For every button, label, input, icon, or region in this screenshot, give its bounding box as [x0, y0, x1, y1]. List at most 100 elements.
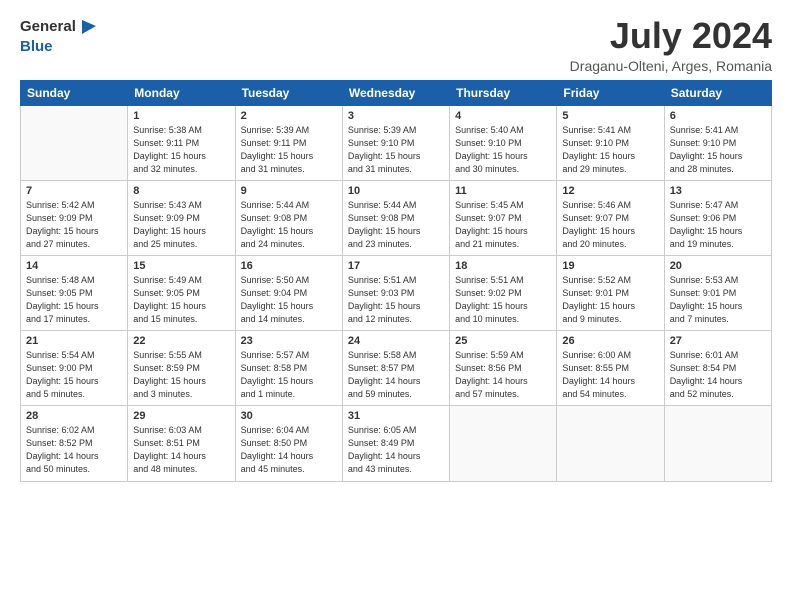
table-row: 6 Sunrise: 5:41 AMSunset: 9:10 PMDaylight…	[664, 105, 771, 180]
table-row: 21 Sunrise: 5:54 AMSunset: 9:00 PMDayligh…	[21, 331, 128, 406]
subtitle: Draganu-Olteni, Arges, Romania	[570, 58, 772, 74]
table-row	[21, 105, 128, 180]
col-thursday: Thursday	[450, 80, 557, 105]
day-info: Sunrise: 5:47 AMSunset: 9:06 PMDaylight:…	[670, 199, 766, 251]
table-row	[450, 406, 557, 481]
day-number: 12	[562, 185, 658, 197]
day-info: Sunrise: 5:42 AMSunset: 9:09 PMDaylight:…	[26, 199, 122, 251]
day-number: 24	[348, 335, 444, 347]
table-row: 10 Sunrise: 5:44 AMSunset: 9:08 PMDayligh…	[342, 180, 449, 255]
col-tuesday: Tuesday	[235, 80, 342, 105]
col-wednesday: Wednesday	[342, 80, 449, 105]
table-row: 19Sunrise: 5:52 AMSunset: 9:01 PMDayligh…	[557, 255, 664, 330]
day-number: 28	[26, 410, 122, 422]
table-row: 26Sunrise: 6:00 AMSunset: 8:55 PMDayligh…	[557, 331, 664, 406]
table-row: 11 Sunrise: 5:45 AMSunset: 9:07 PMDayligh…	[450, 180, 557, 255]
day-number: 20	[670, 260, 766, 272]
day-number: 29	[133, 410, 229, 422]
calendar-header-row: Sunday Monday Tuesday Wednesday Thursday…	[21, 80, 772, 105]
table-row: 27Sunrise: 6:01 AMSunset: 8:54 PMDayligh…	[664, 331, 771, 406]
table-row: 2 Sunrise: 5:39 AMSunset: 9:11 PMDaylight…	[235, 105, 342, 180]
day-number: 16	[241, 260, 337, 272]
day-info: Sunrise: 5:39 AMSunset: 9:11 PMDaylight:…	[241, 124, 337, 176]
table-row: 5 Sunrise: 5:41 AMSunset: 9:10 PMDaylight…	[557, 105, 664, 180]
col-sunday: Sunday	[21, 80, 128, 105]
day-info: Sunrise: 6:05 AMSunset: 8:49 PMDaylight:…	[348, 424, 444, 476]
table-row: 3 Sunrise: 5:39 AMSunset: 9:10 PMDaylight…	[342, 105, 449, 180]
logo-icon	[78, 16, 100, 38]
logo: General Blue	[20, 16, 100, 56]
col-monday: Monday	[128, 80, 235, 105]
day-info: Sunrise: 6:03 AMSunset: 8:51 PMDaylight:…	[133, 424, 229, 476]
table-row: 13 Sunrise: 5:47 AMSunset: 9:06 PMDayligh…	[664, 180, 771, 255]
day-number: 22	[133, 335, 229, 347]
day-info: Sunrise: 5:53 AMSunset: 9:01 PMDaylight:…	[670, 274, 766, 326]
day-number: 11	[455, 185, 551, 197]
title-block: July 2024 Draganu-Olteni, Arges, Romania	[570, 16, 772, 74]
day-number: 19	[562, 260, 658, 272]
day-number: 21	[26, 335, 122, 347]
table-row: 1 Sunrise: 5:38 AMSunset: 9:11 PMDaylight…	[128, 105, 235, 180]
day-number: 31	[348, 410, 444, 422]
calendar-week-row: 7Sunrise: 5:42 AMSunset: 9:09 PMDaylight…	[21, 180, 772, 255]
day-info: Sunrise: 5:59 AMSunset: 8:56 PMDaylight:…	[455, 349, 551, 401]
day-info: Sunrise: 5:43 AMSunset: 9:09 PMDaylight:…	[133, 199, 229, 251]
day-number: 2	[241, 110, 337, 122]
calendar: Sunday Monday Tuesday Wednesday Thursday…	[20, 80, 772, 482]
day-number: 5	[562, 110, 658, 122]
table-row: 22 Sunrise: 5:55 AMSunset: 8:59 PMDayligh…	[128, 331, 235, 406]
day-number: 17	[348, 260, 444, 272]
table-row: 31 Sunrise: 6:05 AMSunset: 8:49 PMDayligh…	[342, 406, 449, 481]
day-info: Sunrise: 5:51 AMSunset: 9:03 PMDaylight:…	[348, 274, 444, 326]
table-row: 28Sunrise: 6:02 AMSunset: 8:52 PMDayligh…	[21, 406, 128, 481]
day-info: Sunrise: 5:54 AMSunset: 9:00 PMDaylight:…	[26, 349, 122, 401]
day-number: 23	[241, 335, 337, 347]
table-row: 7Sunrise: 5:42 AMSunset: 9:09 PMDaylight…	[21, 180, 128, 255]
calendar-week-row: 14 Sunrise: 5:48 AMSunset: 9:05 PMDayligh…	[21, 255, 772, 330]
day-info: Sunrise: 5:38 AMSunset: 9:11 PMDaylight:…	[133, 124, 229, 176]
col-saturday: Saturday	[664, 80, 771, 105]
table-row: 25 Sunrise: 5:59 AMSunset: 8:56 PMDayligh…	[450, 331, 557, 406]
day-info: Sunrise: 5:40 AMSunset: 9:10 PMDaylight:…	[455, 124, 551, 176]
header: General Blue July 2024 Draganu-Olteni, A…	[20, 16, 772, 74]
day-info: Sunrise: 5:41 AMSunset: 9:10 PMDaylight:…	[562, 124, 658, 176]
day-info: Sunrise: 5:48 AMSunset: 9:05 PMDaylight:…	[26, 274, 122, 326]
day-info: Sunrise: 5:39 AMSunset: 9:10 PMDaylight:…	[348, 124, 444, 176]
table-row	[664, 406, 771, 481]
table-row: 16 Sunrise: 5:50 AMSunset: 9:04 PMDayligh…	[235, 255, 342, 330]
day-info: Sunrise: 5:44 AMSunset: 9:08 PMDaylight:…	[348, 199, 444, 251]
day-info: Sunrise: 5:41 AMSunset: 9:10 PMDaylight:…	[670, 124, 766, 176]
table-row: 15 Sunrise: 5:49 AMSunset: 9:05 PMDayligh…	[128, 255, 235, 330]
day-info: Sunrise: 5:51 AMSunset: 9:02 PMDaylight:…	[455, 274, 551, 326]
table-row: 18 Sunrise: 5:51 AMSunset: 9:02 PMDayligh…	[450, 255, 557, 330]
day-number: 13	[670, 185, 766, 197]
day-info: Sunrise: 5:55 AMSunset: 8:59 PMDaylight:…	[133, 349, 229, 401]
day-number: 10	[348, 185, 444, 197]
day-number: 3	[348, 110, 444, 122]
day-number: 25	[455, 335, 551, 347]
logo-text: General	[20, 18, 76, 36]
table-row: 12 Sunrise: 5:46 AMSunset: 9:07 PMDayligh…	[557, 180, 664, 255]
day-number: 26	[562, 335, 658, 347]
calendar-week-row: 1 Sunrise: 5:38 AMSunset: 9:11 PMDaylight…	[21, 105, 772, 180]
page: General Blue July 2024 Draganu-Olteni, A…	[0, 0, 792, 612]
calendar-week-row: 21 Sunrise: 5:54 AMSunset: 9:00 PMDayligh…	[21, 331, 772, 406]
table-row: 30Sunrise: 6:04 AMSunset: 8:50 PMDayligh…	[235, 406, 342, 481]
day-info: Sunrise: 5:50 AMSunset: 9:04 PMDaylight:…	[241, 274, 337, 326]
day-number: 30	[241, 410, 337, 422]
month-title: July 2024	[570, 16, 772, 56]
day-info: Sunrise: 5:58 AMSunset: 8:57 PMDaylight:…	[348, 349, 444, 401]
table-row: 9Sunrise: 5:44 AMSunset: 9:08 PMDaylight…	[235, 180, 342, 255]
day-info: Sunrise: 5:45 AMSunset: 9:07 PMDaylight:…	[455, 199, 551, 251]
calendar-week-row: 28Sunrise: 6:02 AMSunset: 8:52 PMDayligh…	[21, 406, 772, 481]
table-row: 29 Sunrise: 6:03 AMSunset: 8:51 PMDayligh…	[128, 406, 235, 481]
table-row: 14 Sunrise: 5:48 AMSunset: 9:05 PMDayligh…	[21, 255, 128, 330]
day-number: 18	[455, 260, 551, 272]
day-number: 6	[670, 110, 766, 122]
day-number: 1	[133, 110, 229, 122]
day-number: 15	[133, 260, 229, 272]
day-info: Sunrise: 5:49 AMSunset: 9:05 PMDaylight:…	[133, 274, 229, 326]
day-info: Sunrise: 5:46 AMSunset: 9:07 PMDaylight:…	[562, 199, 658, 251]
day-number: 9	[241, 185, 337, 197]
day-number: 14	[26, 260, 122, 272]
